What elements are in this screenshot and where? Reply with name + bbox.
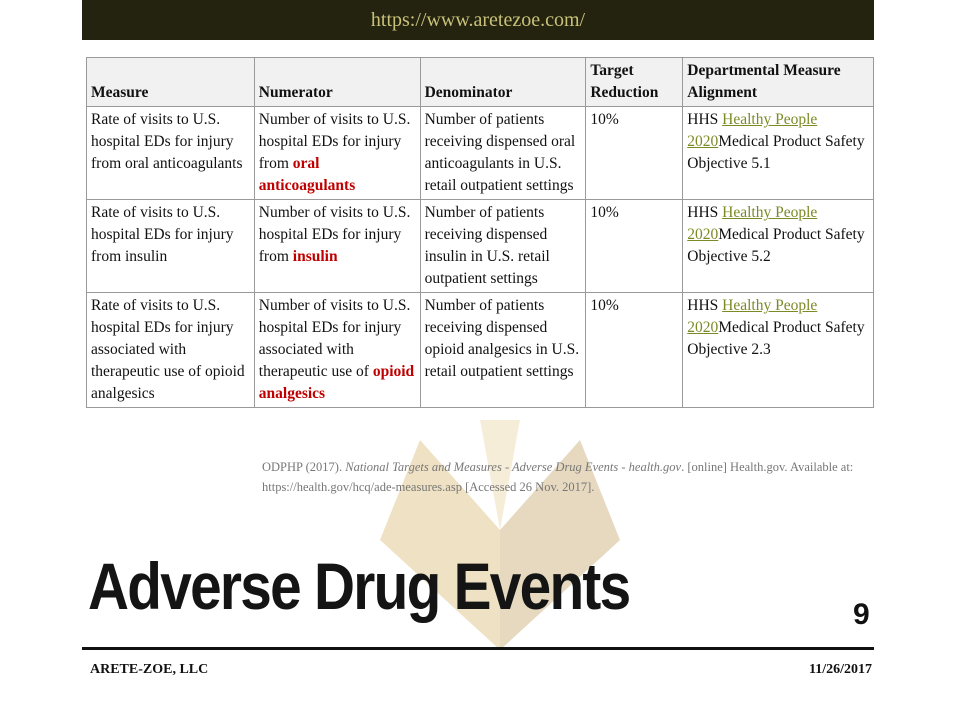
source-citation: ODPHP (2017). National Targets and Measu…	[262, 457, 862, 497]
alignment-prefix: HHS	[687, 111, 723, 128]
citation-title: National Targets and Measures - Adverse …	[345, 460, 682, 474]
page-number: 9	[853, 598, 870, 631]
table-header-row: Measure Numerator Denominator Target Red…	[86, 57, 874, 107]
measure-cell: Rate of visits to U.S. hospital EDs for …	[86, 199, 255, 293]
denominator-cell: Number of patients receiving dispensed o…	[419, 106, 587, 200]
alignment-prefix: HHS	[687, 204, 723, 221]
table-row: Rate of visits to U.S. hospital EDs for …	[86, 106, 874, 200]
col-header-numerator: Numerator	[253, 57, 421, 107]
measure-cell: Rate of visits to U.S. hospital EDs for …	[86, 106, 255, 200]
footer-company: ARETE-ZOE, LLC	[90, 662, 209, 677]
col-header-target-reduction: Target Reduction	[585, 57, 684, 107]
alignment-prefix: HHS	[687, 297, 723, 314]
target-cell: 10%	[585, 292, 684, 408]
slide-title: Adverse Drug Events	[88, 549, 631, 623]
numerator-cell: Number of visits to U.S. hospital EDs fo…	[253, 292, 421, 408]
target-cell: 10%	[585, 199, 684, 293]
col-header-measure: Measure	[86, 57, 255, 107]
drug-highlight: insulin	[292, 248, 338, 265]
col-header-denominator: Denominator	[419, 57, 587, 107]
measures-table: Measure Numerator Denominator Target Red…	[86, 57, 874, 408]
alignment-cell: HHS Healthy People 2020Medical Product S…	[682, 292, 874, 408]
citation-author: ODPHP (2017).	[262, 460, 346, 474]
denominator-cell: Number of patients receiving dispensed o…	[419, 292, 587, 408]
footer-date: 11/26/2017	[808, 662, 872, 677]
numerator-cell: Number of visits to U.S. hospital EDs fo…	[253, 106, 421, 200]
alignment-cell: HHS Healthy People 2020Medical Product S…	[682, 199, 874, 293]
header-bar: https://www.aretezoe.com/	[82, 0, 874, 40]
col-header-alignment: Departmental Measure Alignment	[682, 57, 874, 107]
target-cell: 10%	[585, 106, 684, 200]
numerator-text: Number of visits to U.S. hospital EDs fo…	[258, 111, 411, 172]
numerator-cell: Number of visits to U.S. hospital EDs fo…	[253, 199, 421, 293]
table-row: Rate of visits to U.S. hospital EDs for …	[86, 292, 874, 408]
table-row: Rate of visits to U.S. hospital EDs for …	[86, 199, 874, 293]
alignment-cell: HHS Healthy People 2020Medical Product S…	[682, 106, 874, 200]
denominator-cell: Number of patients receiving dispensed i…	[419, 199, 587, 293]
footer-divider	[82, 647, 874, 650]
header-url[interactable]: https://www.aretezoe.com/	[371, 9, 585, 32]
measure-cell: Rate of visits to U.S. hospital EDs for …	[86, 292, 255, 408]
